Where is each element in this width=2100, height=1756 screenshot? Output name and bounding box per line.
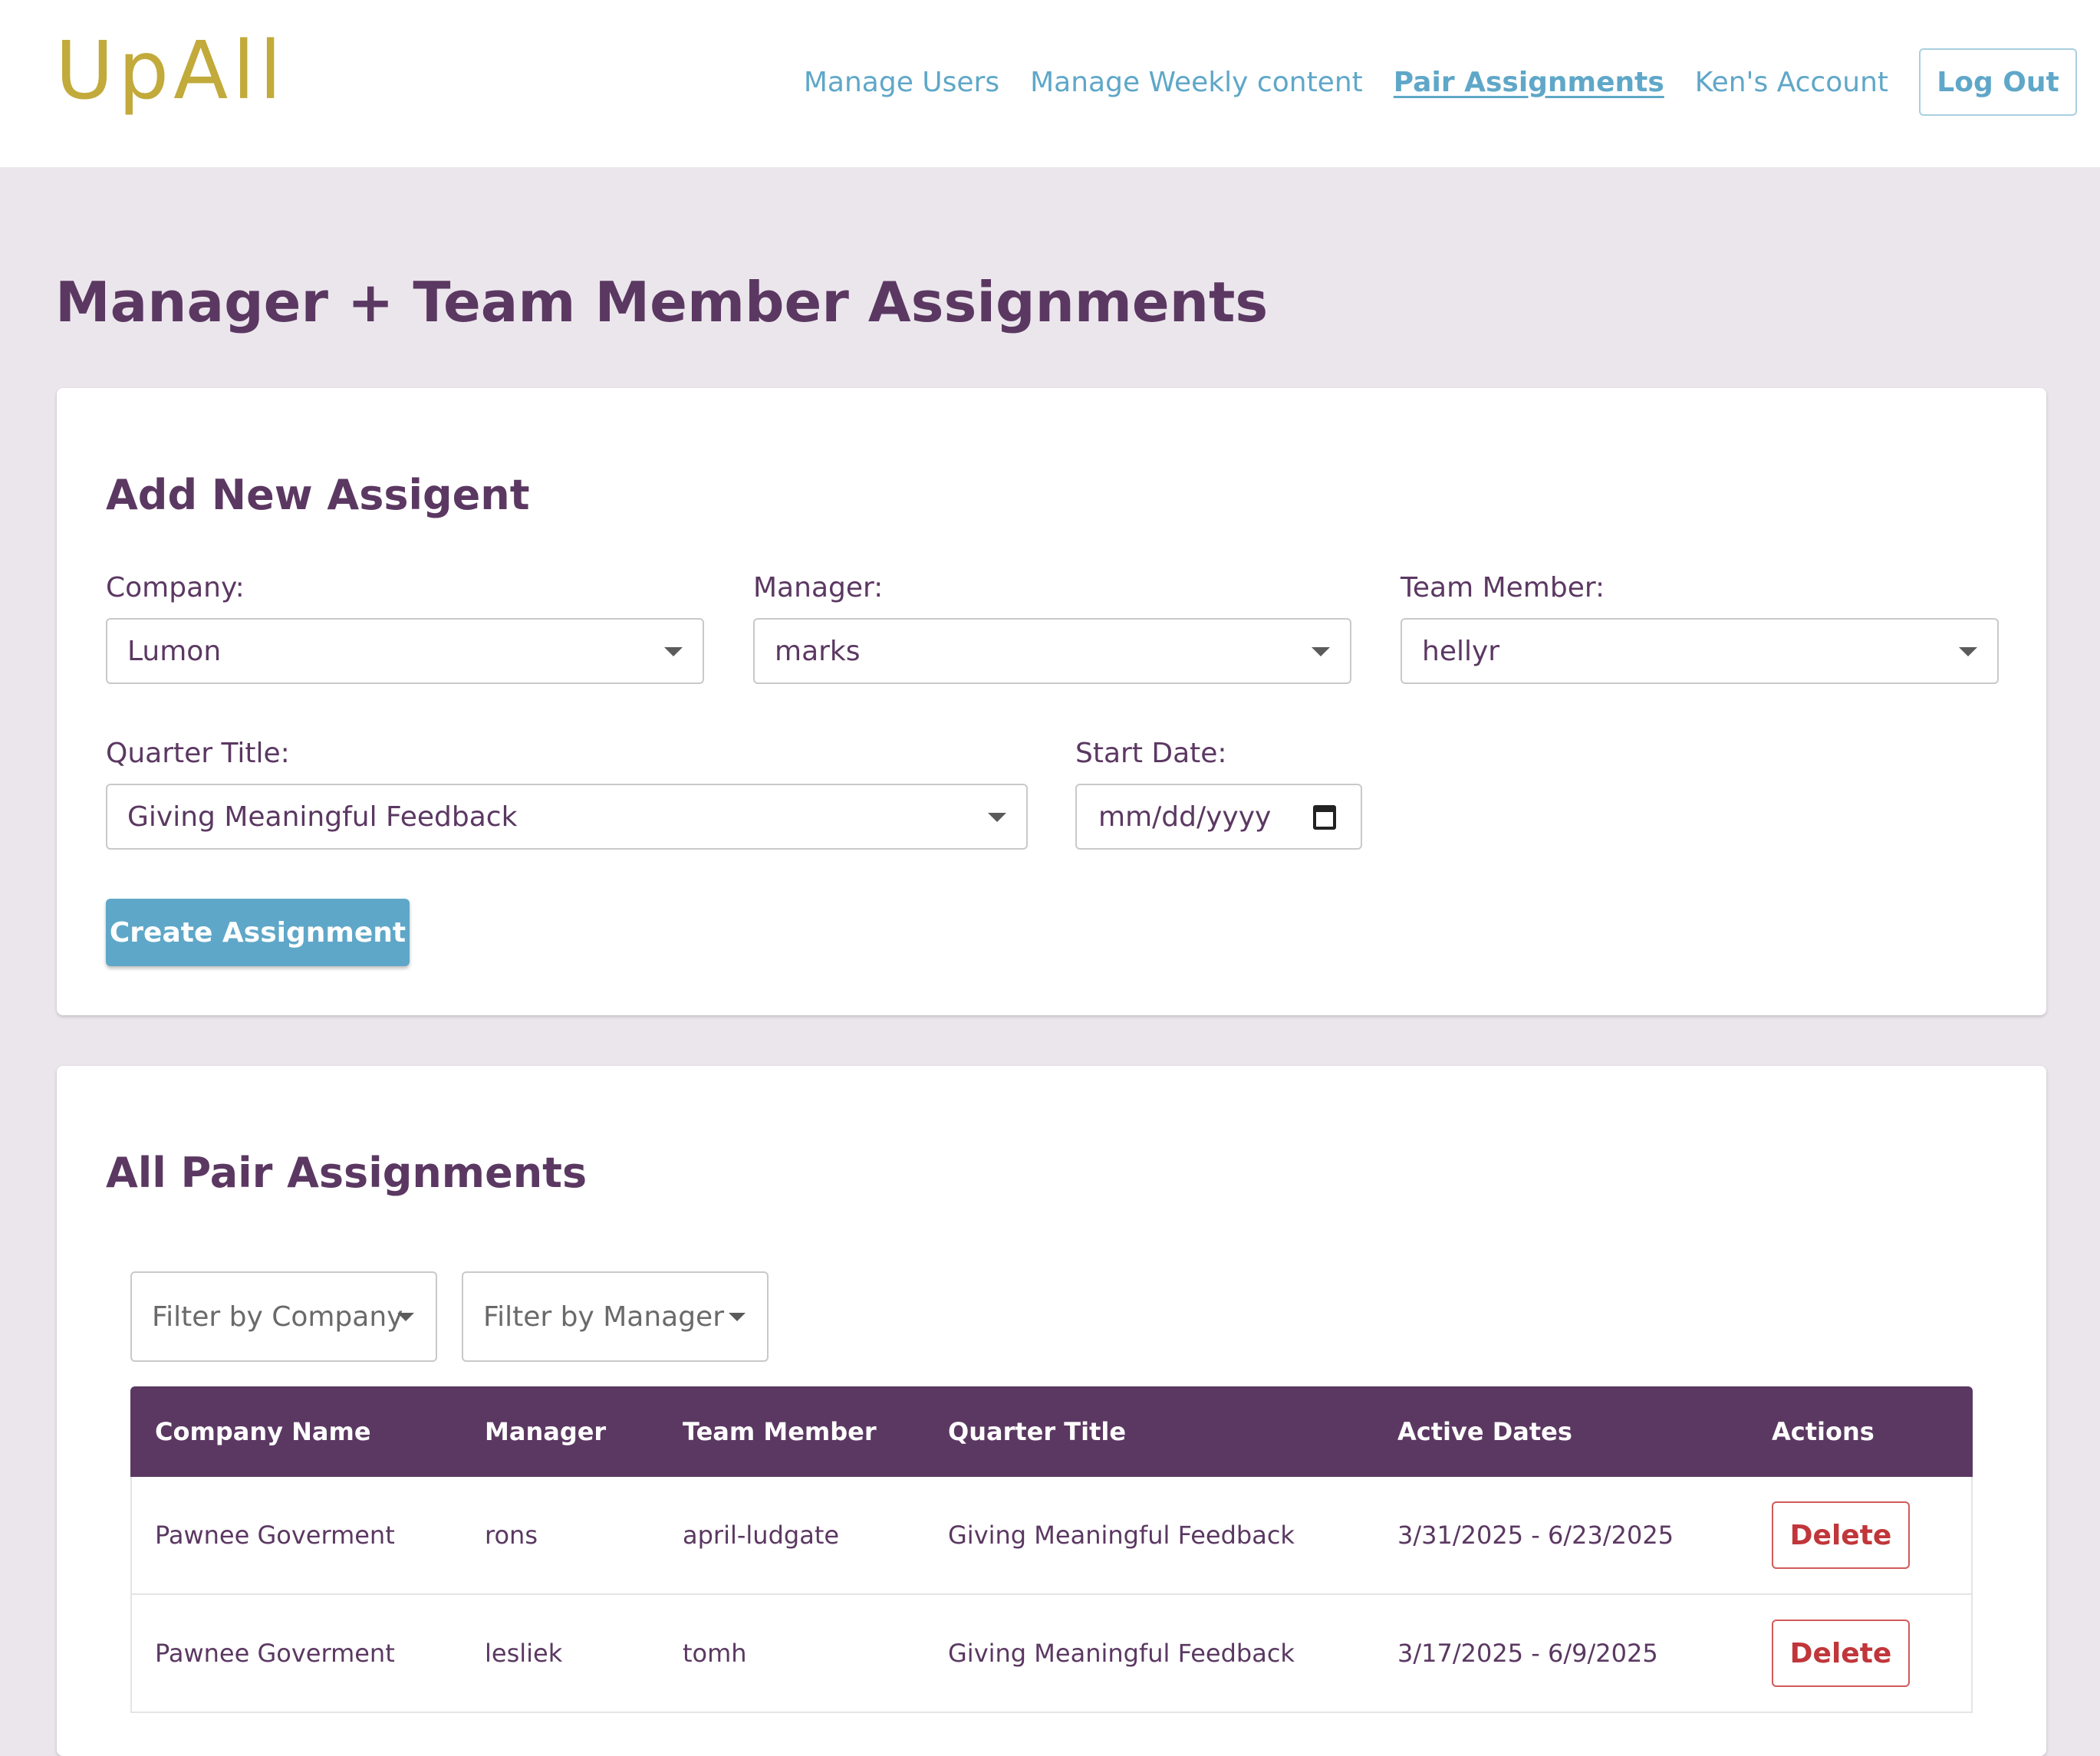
top-navbar: UpAll Manage Users Manage Weekly content… — [0, 0, 2100, 167]
start-date-label: Start Date: — [1075, 738, 1227, 769]
chevron-down-icon — [664, 647, 683, 656]
add-assignment-card: Add New Assigent Company: Lumon Manager:… — [57, 388, 2046, 1015]
team-member-label: Team Member: — [1401, 572, 1605, 603]
start-date-input[interactable]: mm/dd/yyyy — [1075, 784, 1362, 850]
cell-quarter-title: Giving Meaningful Feedback — [948, 1521, 1295, 1550]
cell-active-dates: 3/17/2025 - 6/9/2025 — [1397, 1639, 1658, 1668]
start-date-placeholder: mm/dd/yyyy — [1098, 801, 1272, 833]
team-member-select[interactable]: hellyr — [1401, 618, 1999, 684]
filter-manager-label: Filter by Manager — [483, 1301, 724, 1333]
filter-manager-select[interactable]: Filter by Manager — [462, 1271, 769, 1362]
cell-team-member: tomh — [683, 1639, 747, 1668]
chevron-down-icon — [988, 813, 1006, 822]
column-header-actions: Actions — [1772, 1417, 1875, 1446]
column-header-active-dates[interactable]: Active Dates — [1397, 1386, 1572, 1477]
company-select-value: Lumon — [127, 635, 222, 667]
nav-manage-users[interactable]: Manage Users — [804, 67, 999, 98]
chevron-down-icon — [729, 1313, 746, 1321]
cell-team-member: april-ludgate — [683, 1521, 840, 1550]
filter-company-label: Filter by Company — [152, 1301, 403, 1333]
upall-logo[interactable]: UpAll — [55, 31, 286, 110]
manager-select[interactable]: marks — [753, 618, 1351, 684]
table-row: Pawnee Goverment lesliek tomh Giving Mea… — [130, 1595, 1973, 1713]
pair-assignments-card: All Pair Assignments Filter by Company F… — [57, 1066, 2046, 1756]
column-header-quarter-title[interactable]: Quarter Title — [948, 1386, 1126, 1477]
table-header: Company Name Manager Team Member Quarter… — [130, 1386, 1973, 1477]
pair-assignments-title: All Pair Assignments — [106, 1149, 588, 1197]
delete-button[interactable]: Delete — [1772, 1501, 1910, 1569]
column-header-company[interactable]: Company Name — [155, 1386, 371, 1477]
quarter-title-label: Quarter Title: — [106, 738, 290, 769]
cell-company: Pawnee Goverment — [155, 1639, 395, 1668]
quarter-title-select-value: Giving Meaningful Feedback — [127, 801, 518, 833]
filter-company-select[interactable]: Filter by Company — [130, 1271, 437, 1362]
nav-account[interactable]: Ken's Account — [1695, 67, 1888, 98]
page-title: Manager + Team Member Assignments — [55, 270, 1269, 334]
manager-select-value: marks — [775, 635, 861, 667]
nav-pair-assignments[interactable]: Pair Assignments — [1394, 67, 1664, 98]
calendar-icon[interactable] — [1313, 805, 1336, 830]
logout-button[interactable]: Log Out — [1919, 48, 2077, 116]
table-row: Pawnee Goverment rons april-ludgate Givi… — [130, 1477, 1973, 1595]
chevron-down-icon — [397, 1313, 414, 1321]
cell-manager: rons — [485, 1521, 538, 1550]
main-nav: Manage Users Manage Weekly content Pair … — [773, 48, 2077, 117]
cell-company: Pawnee Goverment — [155, 1521, 395, 1550]
nav-manage-weekly-content[interactable]: Manage Weekly content — [1030, 67, 1363, 98]
create-assignment-button[interactable]: Create Assignment — [106, 899, 410, 966]
add-assignment-title: Add New Assigent — [106, 471, 530, 519]
company-select[interactable]: Lumon — [106, 618, 704, 684]
assignments-table: Company Name Manager Team Member Quarter… — [130, 1386, 1973, 1713]
company-label: Company: — [106, 572, 245, 603]
chevron-down-icon — [1959, 647, 1977, 656]
manager-label: Manager: — [753, 572, 884, 603]
quarter-title-select[interactable]: Giving Meaningful Feedback — [106, 784, 1028, 850]
team-member-select-value: hellyr — [1422, 635, 1500, 667]
cell-active-dates: 3/31/2025 - 6/23/2025 — [1397, 1521, 1674, 1550]
cell-manager: lesliek — [485, 1639, 563, 1668]
column-header-team-member[interactable]: Team Member — [683, 1386, 877, 1477]
column-header-manager[interactable]: Manager — [485, 1386, 606, 1477]
chevron-down-icon — [1312, 647, 1330, 656]
cell-quarter-title: Giving Meaningful Feedback — [948, 1639, 1295, 1668]
delete-button[interactable]: Delete — [1772, 1620, 1910, 1687]
